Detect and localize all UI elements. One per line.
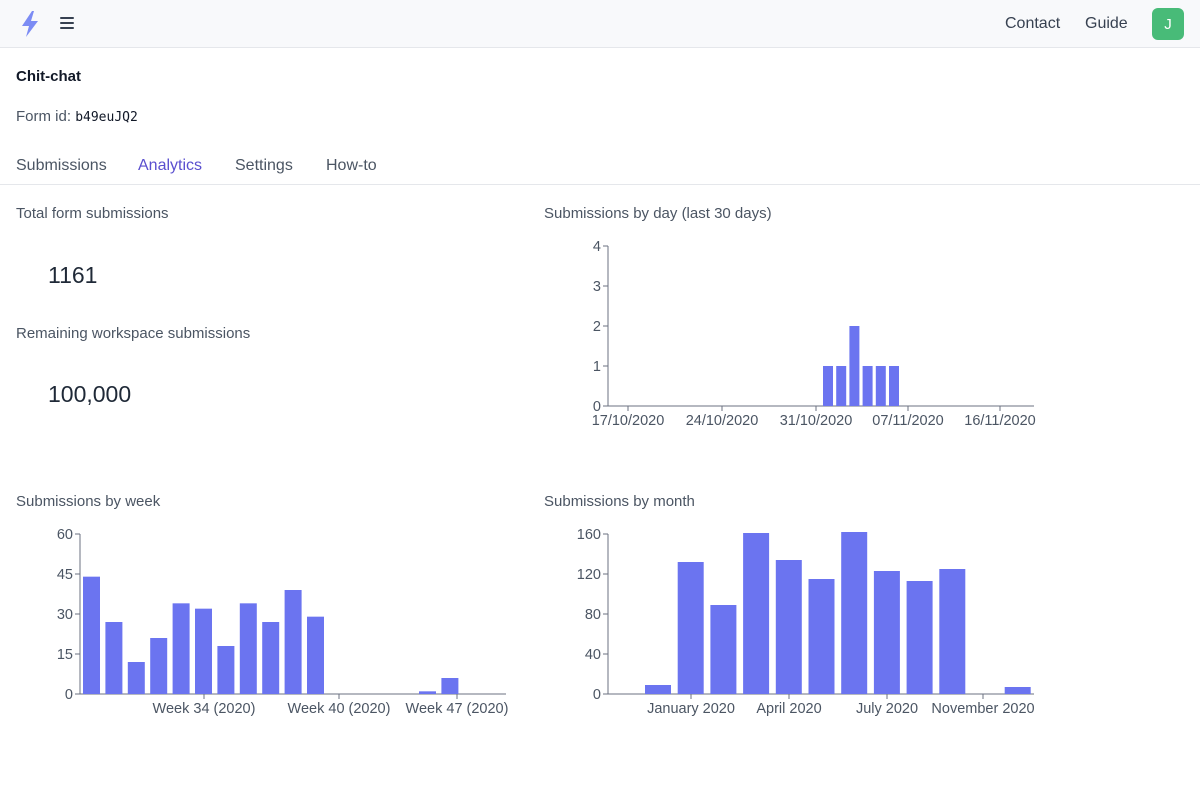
month-bar: [645, 685, 671, 694]
month-x-tick-label: July 2020: [856, 701, 918, 717]
month-bar: [1004, 687, 1031, 694]
submissions-by-month-chart: 0 40 80 120 160 January 2020 April 2020 July 20…: [577, 527, 1035, 717]
month-bar: [743, 533, 770, 694]
month-x-tick-label: November 2020: [931, 701, 1034, 717]
month-y-tick-label: 40: [585, 647, 601, 663]
month-bar: [939, 569, 966, 694]
month-bar: [808, 579, 835, 694]
month-y-tick-label: 0: [593, 687, 601, 703]
month-bar: [873, 571, 900, 694]
month-bar: [775, 560, 802, 694]
month-x-tick-label: April 2020: [756, 701, 821, 717]
month-bar: [710, 605, 737, 694]
month-y-tick-label: 80: [585, 607, 601, 623]
month-x-tick-label: January 2020: [647, 701, 735, 717]
month-bar: [677, 562, 704, 694]
month-bar: [841, 532, 868, 694]
month-y-tick-label: 160: [577, 527, 601, 543]
month-y-tick-label: 120: [577, 567, 601, 583]
month-bar: [906, 581, 933, 694]
